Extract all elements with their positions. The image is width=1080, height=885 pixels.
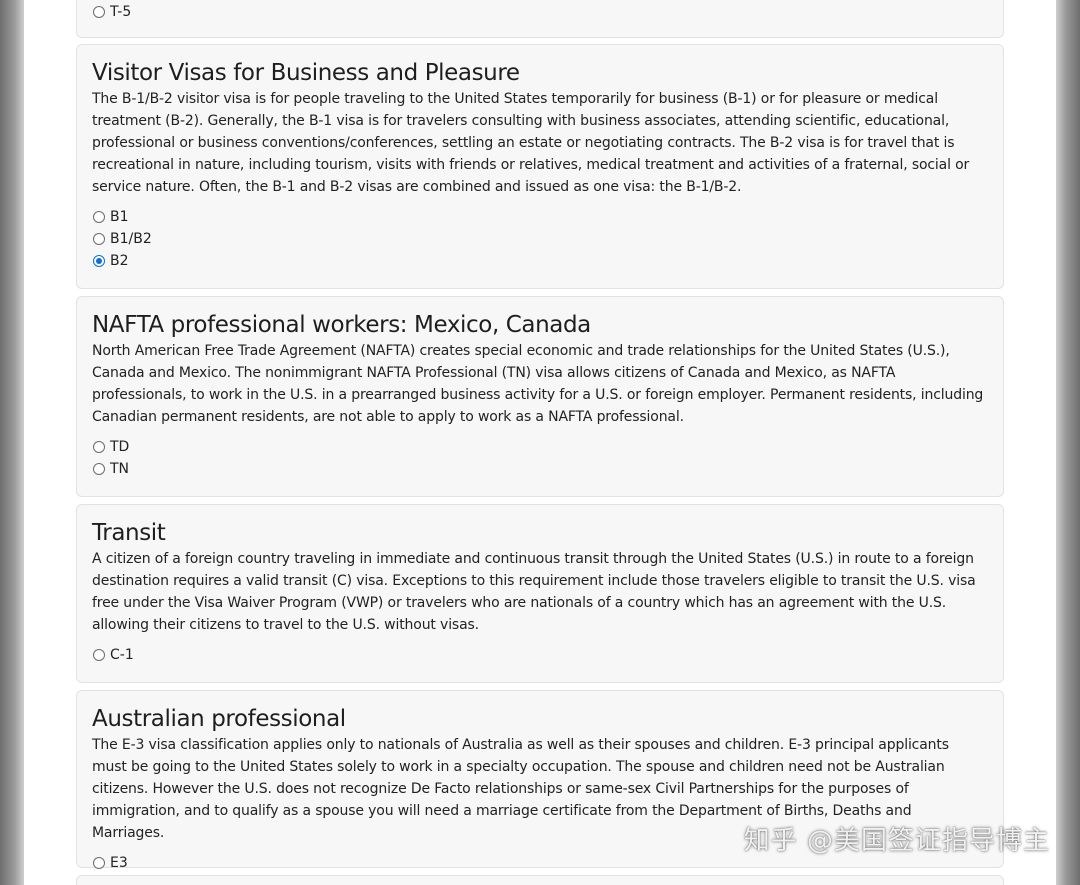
- visa-options: B1 B1/B2 B2: [92, 206, 987, 272]
- section-description: A citizen of a foreign country traveling…: [92, 551, 976, 633]
- visa-section-next-partial: [76, 875, 1004, 885]
- radio-button-selected[interactable]: [93, 255, 105, 267]
- radio-label: B1: [110, 209, 129, 225]
- radio-label: TN: [110, 461, 130, 477]
- visa-options: E3: [92, 852, 987, 874]
- radio-option-b1-b2[interactable]: B1/B2: [92, 228, 987, 250]
- radio-option-b1[interactable]: B1: [92, 206, 987, 228]
- radio-button[interactable]: [93, 441, 105, 453]
- section-title: NAFTA professional workers: Mexico, Cana…: [92, 312, 591, 338]
- section-description: North American Free Trade Agreement (NAF…: [92, 343, 984, 425]
- radio-option-e3[interactable]: E3: [92, 852, 987, 874]
- window-shadow-left: [0, 0, 24, 885]
- visa-options: TD TN: [92, 436, 987, 480]
- visa-form-page: T-5 Visitor Visas for Business and Pleas…: [24, 0, 1056, 885]
- visa-section-australian: Australian professional The E-3 visa cla…: [76, 690, 1004, 871]
- radio-label: B2: [110, 253, 129, 269]
- visa-section-treaty-partial: T-5: [76, 0, 1004, 38]
- radio-label: C-1: [110, 647, 134, 663]
- radio-option-c1[interactable]: C-1: [92, 644, 987, 666]
- section-title: Australian professional: [92, 706, 346, 732]
- radio-button[interactable]: [93, 233, 105, 245]
- section-title: Transit: [92, 520, 166, 546]
- radio-option-tn[interactable]: TN: [92, 458, 987, 480]
- radio-option-td[interactable]: TD: [92, 436, 987, 458]
- section-description: The B-1/B-2 visitor visa is for people t…: [92, 91, 970, 195]
- visa-section-nafta: NAFTA professional workers: Mexico, Cana…: [76, 296, 1004, 497]
- visa-section-visitor: Visitor Visas for Business and Pleasure …: [76, 44, 1004, 289]
- section-description: The E-3 visa classification applies only…: [92, 737, 949, 841]
- radio-button[interactable]: [93, 463, 105, 475]
- visa-section-transit: Transit A citizen of a foreign country t…: [76, 504, 1004, 683]
- radio-label: T-5: [110, 4, 132, 20]
- radio-button[interactable]: [93, 211, 105, 223]
- window-shadow-right: [1056, 0, 1080, 885]
- radio-option-t5[interactable]: T-5: [92, 1, 987, 23]
- visa-options: T-5: [92, 1, 987, 23]
- radio-button[interactable]: [93, 649, 105, 661]
- radio-label: B1/B2: [110, 231, 152, 247]
- section-title: Visitor Visas for Business and Pleasure: [92, 60, 520, 86]
- radio-button[interactable]: [93, 857, 105, 869]
- radio-label: E3: [110, 855, 128, 871]
- radio-option-b2[interactable]: B2: [92, 250, 987, 272]
- radio-button[interactable]: [93, 6, 105, 18]
- radio-label: TD: [110, 439, 130, 455]
- visa-options: C-1: [92, 644, 987, 666]
